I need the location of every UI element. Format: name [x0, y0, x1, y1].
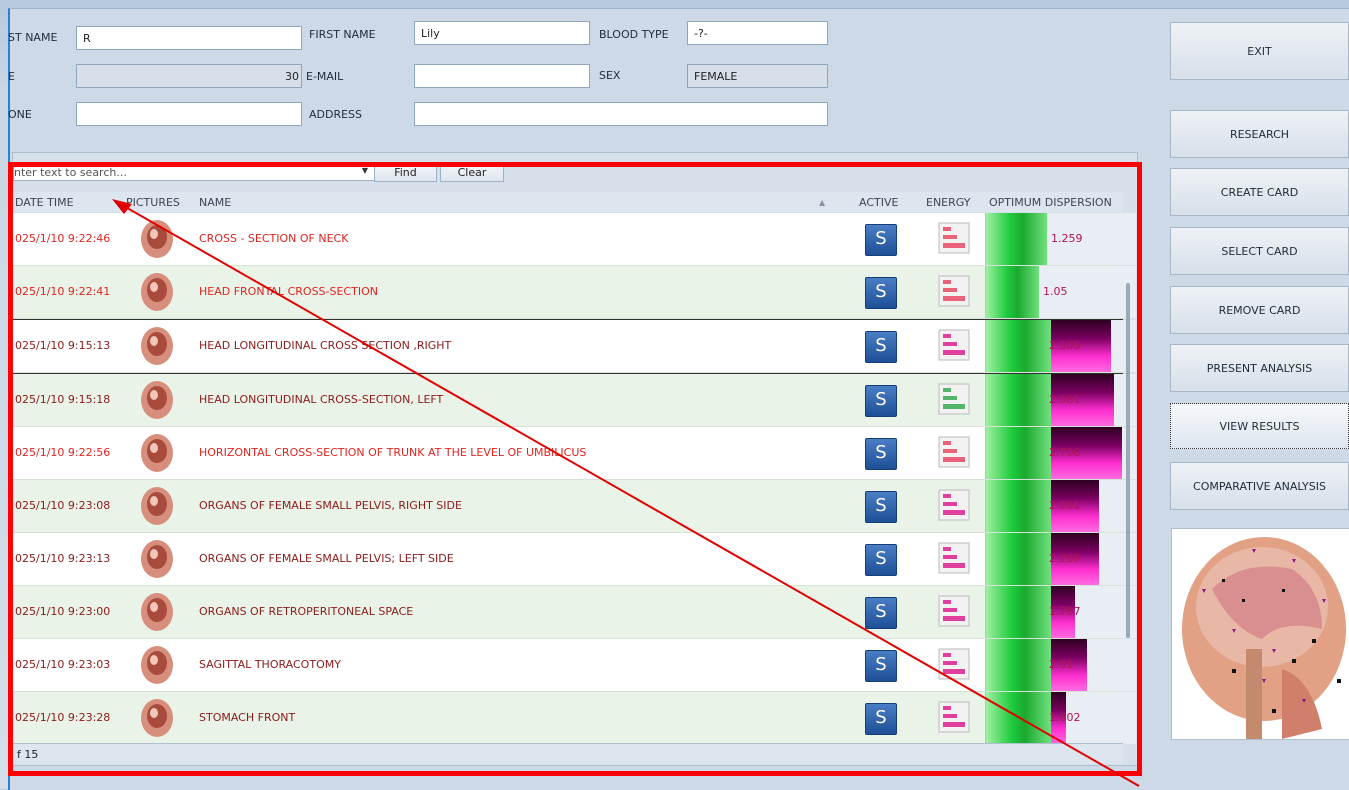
annotation-arrow [112, 199, 1140, 787]
